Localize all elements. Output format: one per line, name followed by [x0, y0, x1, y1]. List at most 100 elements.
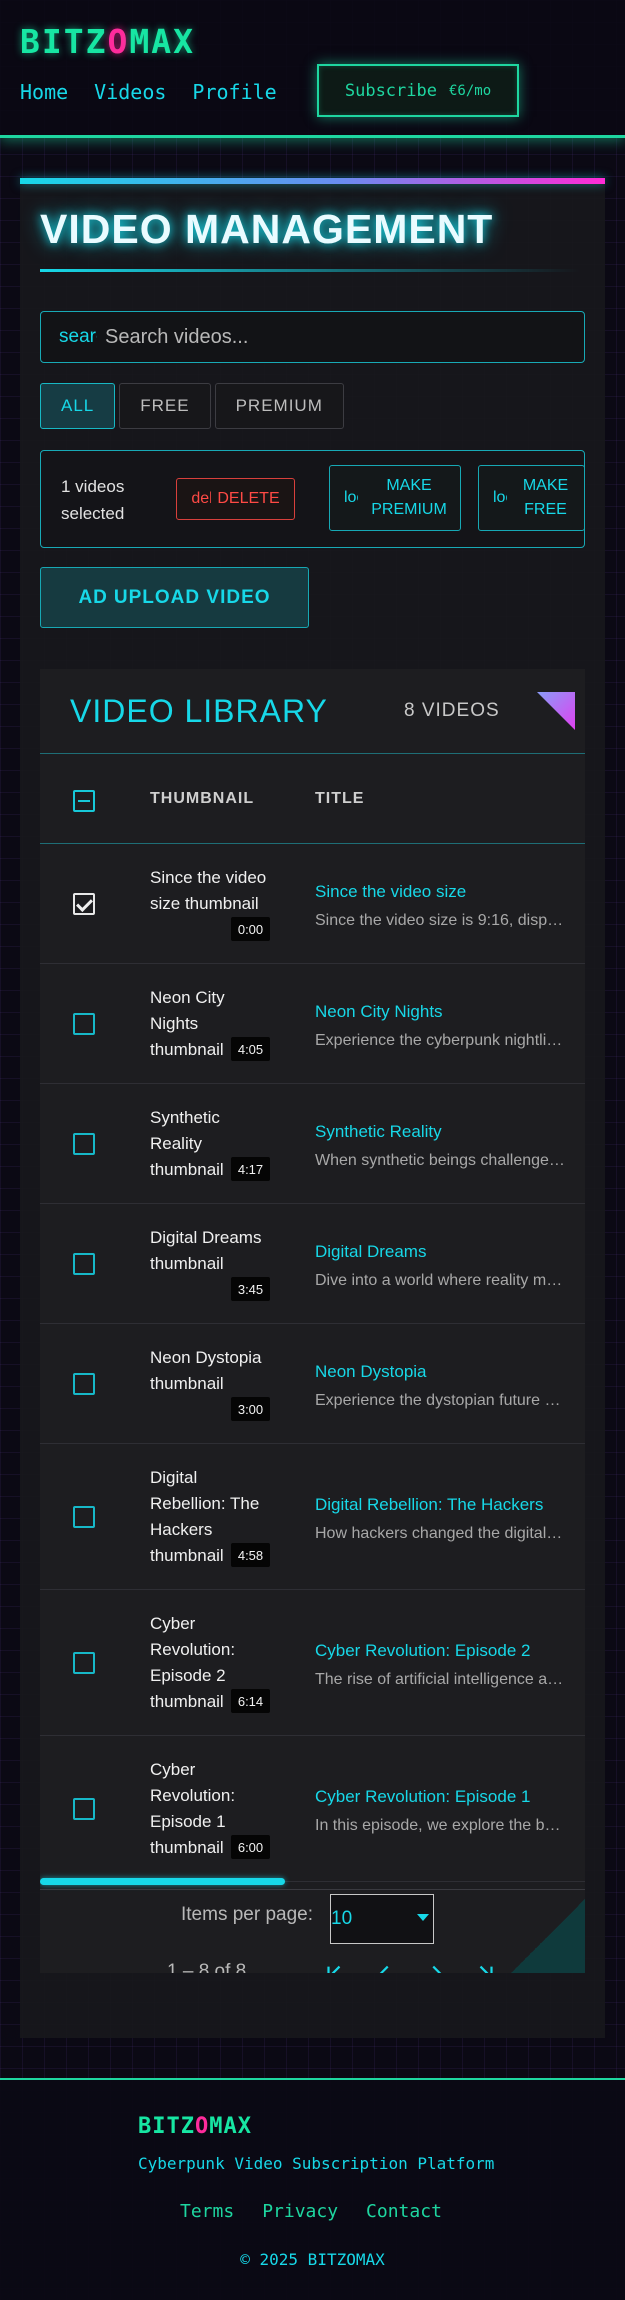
table-row[interactable]: Digital Rebellion: The Hackers thumbnail…: [40, 1444, 585, 1590]
bulk-actions-bar: 1 videos selected delete DELETE lock MAK…: [40, 450, 585, 548]
paginator-divider: [40, 1889, 585, 1890]
duration-badge: 3:45: [231, 1277, 270, 1301]
video-description: Experience the dystopian future of a neo…: [315, 1392, 565, 1409]
title-underline: [40, 269, 580, 272]
nav-profile-link[interactable]: Profile: [192, 80, 276, 104]
duration-badge: 4:05: [231, 1037, 270, 1061]
upload-video-button[interactable]: AD UPLOAD VIDEO: [40, 567, 309, 628]
subscribe-label: Subscribe: [344, 80, 437, 101]
footer-contact-link[interactable]: Contact: [366, 2201, 442, 2222]
row-checkbox[interactable]: [73, 1652, 95, 1674]
row-checkbox[interactable]: [73, 1013, 95, 1035]
video-description: How hackers changed the digital landscap…: [315, 1525, 565, 1542]
video-thumbnail: Neon Dystopia thumbnail: [150, 1348, 262, 1393]
duration-badge: 6:14: [231, 1689, 270, 1713]
first-page-button[interactable]: [320, 1959, 348, 1973]
video-description: Dive into a world where reality merges w…: [315, 1272, 565, 1289]
site-logo[interactable]: BITZOMAX: [20, 22, 195, 61]
select-all-checkbox[interactable]: [73, 790, 95, 812]
last-page-button[interactable]: [472, 1959, 500, 1973]
footer-links: Terms Privacy Contact: [180, 2201, 442, 2222]
video-title[interactable]: Neon City Nights: [315, 1002, 443, 1022]
table-row[interactable]: Since the video size thumbnail 0:00 Since …: [40, 844, 585, 964]
lock-open-icon: lock_open: [493, 489, 507, 506]
nav-videos-link[interactable]: Videos: [94, 80, 166, 104]
video-description: Experience the cyberpunk nightlife of a …: [315, 1032, 565, 1049]
table-row[interactable]: Neon Dystopia thumbnail 3:00 Neon Dystopia…: [40, 1324, 585, 1444]
footer-privacy-link[interactable]: Privacy: [262, 2201, 338, 2222]
page-title: VIDEO MANAGEMENT: [40, 206, 494, 252]
lock-icon: lock: [344, 489, 358, 506]
video-description: In this episode, we explore the beginnin…: [315, 1817, 565, 1834]
row-checkbox[interactable]: [73, 1506, 95, 1528]
items-per-page-value: 10: [331, 1908, 353, 1929]
table-row[interactable]: Digital Dreams thumbnail 3:45 Digital Drea…: [40, 1204, 585, 1324]
row-checkbox[interactable]: [73, 893, 95, 915]
delete-label: DELETE: [217, 490, 280, 507]
column-thumbnail: THUMBNAIL: [150, 790, 255, 807]
video-description: When synthetic beings challenge what it …: [315, 1152, 565, 1169]
upload-icon: AD: [78, 586, 108, 608]
video-title[interactable]: Since the video size: [315, 882, 466, 902]
chevron-left-icon: [379, 1965, 389, 1973]
filter-all-button[interactable]: ALL: [40, 383, 116, 429]
make-free-button[interactable]: lock_open MAKE FREE: [478, 465, 585, 531]
table-header: THUMBNAIL TITLE: [40, 754, 585, 844]
selected-count: 1 videos selected: [61, 477, 125, 523]
page-range: 1 – 8 of 8: [167, 1961, 247, 1973]
items-per-page-label: Items per page:: [181, 1904, 314, 1925]
library-header: VIDEO LIBRARY 8 VIDEOS: [40, 669, 585, 754]
library-title: VIDEO LIBRARY: [70, 693, 328, 729]
row-checkbox[interactable]: [73, 1373, 95, 1395]
previous-page-button[interactable]: [371, 1959, 399, 1973]
filter-premium-button[interactable]: PREMIUM: [214, 383, 344, 429]
make-premium-label: MAKE PREMIUM: [371, 477, 447, 518]
video-title[interactable]: Synthetic Reality: [315, 1122, 442, 1142]
nav-home-link[interactable]: Home: [20, 80, 68, 104]
make-free-label: MAKE FREE: [522, 477, 569, 518]
row-checkbox[interactable]: [73, 1133, 95, 1155]
video-thumbnail: Digital Dreams thumbnail: [150, 1228, 262, 1273]
first-page-icon: [327, 1965, 341, 1973]
chevron-down-icon: [417, 1914, 429, 1921]
table-row[interactable]: Cyber Revolution: Episode 2 thumbnail 6:1…: [40, 1590, 585, 1736]
filter-tabs: ALL FREE PREMIUM: [40, 383, 344, 429]
row-checkbox[interactable]: [73, 1798, 95, 1820]
site-footer: BITZOMAX Cyberpunk Video Subscription Pl…: [0, 2078, 625, 2300]
footer-logo: BITZOMAX: [138, 2114, 252, 2139]
chevron-right-icon: [432, 1965, 442, 1973]
upload-label: UPLOAD VIDEO: [113, 586, 271, 608]
video-library-card: VIDEO LIBRARY 8 VIDEOS THUMBNAIL TITLE S…: [40, 669, 585, 1973]
video-title[interactable]: Cyber Revolution: Episode 1: [315, 1787, 530, 1807]
video-title[interactable]: Cyber Revolution: Episode 2: [315, 1641, 530, 1661]
horizontal-scrollbar[interactable]: [40, 1878, 285, 1885]
library-count: 8 VIDEOS: [404, 700, 500, 721]
row-checkbox[interactable]: [73, 1253, 95, 1275]
video-management-panel: VIDEO MANAGEMENT search ALL FREE PREMIUM…: [20, 178, 605, 2038]
footer-terms-link[interactable]: Terms: [180, 2201, 234, 2222]
video-title[interactable]: Digital Rebellion: The Hackers: [315, 1495, 543, 1515]
subscribe-price: €6/mo: [448, 82, 492, 99]
panel-accent-bar: [20, 178, 605, 184]
items-per-page-select[interactable]: 10: [330, 1894, 434, 1944]
video-title[interactable]: Digital Dreams: [315, 1242, 426, 1262]
delete-icon: delete: [191, 490, 212, 507]
delete-button[interactable]: delete DELETE: [176, 478, 295, 520]
table-row[interactable]: Neon City Nights thumbnail 4:05 Neon City …: [40, 964, 585, 1084]
search-input[interactable]: [105, 325, 584, 349]
search-field[interactable]: search: [40, 311, 585, 363]
video-description: The rise of artificial intelligence and …: [315, 1671, 565, 1688]
next-page-button[interactable]: [422, 1959, 450, 1973]
table-row[interactable]: Cyber Revolution: Episode 1 thumbnail 6:0…: [40, 1736, 585, 1882]
video-description: Since the video size is 9:16, display it…: [315, 912, 565, 929]
video-title[interactable]: Neon Dystopia: [315, 1362, 427, 1382]
corner-gradient-icon: [537, 692, 575, 730]
card-corner-decoration: [510, 1899, 585, 1973]
make-premium-button[interactable]: lock MAKE PREMIUM: [329, 465, 461, 531]
table-row[interactable]: Synthetic Reality thumbnail 4:17 Synthetic…: [40, 1084, 585, 1204]
subscribe-button[interactable]: Subscribe €6/mo: [317, 64, 519, 117]
duration-badge: 0:00: [231, 917, 270, 941]
filter-free-button[interactable]: FREE: [119, 383, 211, 429]
main-nav: Home Videos Profile: [20, 80, 277, 104]
site-header: BITZOMAX Home Videos Profile Subscribe €…: [0, 0, 625, 138]
